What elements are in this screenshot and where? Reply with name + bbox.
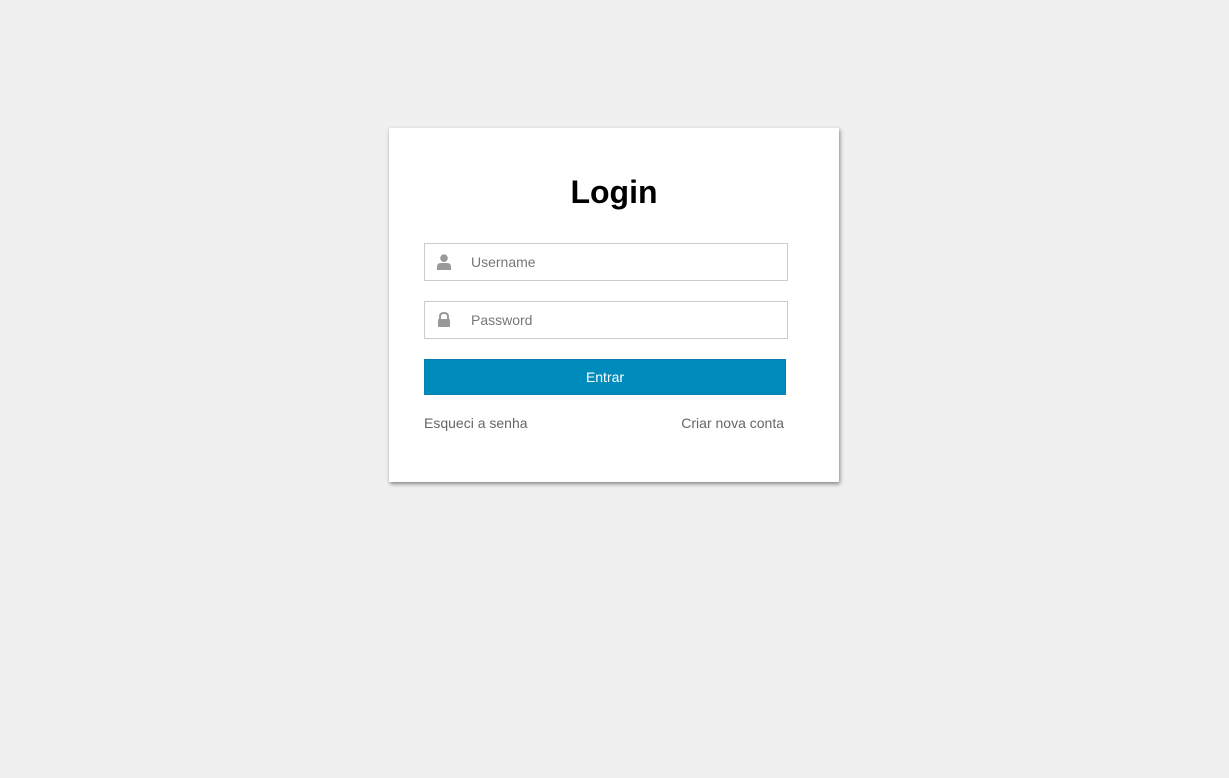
password-input[interactable]: [471, 302, 781, 338]
user-icon: [437, 254, 451, 270]
login-button[interactable]: Entrar: [424, 359, 786, 395]
username-input[interactable]: [471, 244, 781, 280]
password-field[interactable]: [424, 301, 788, 339]
account-links: Esqueci a senha Criar nova conta: [424, 415, 784, 433]
lock-icon: [437, 311, 451, 328]
login-card: Login Entrar Esqueci a senha Criar nova …: [389, 128, 839, 482]
username-field[interactable]: [424, 243, 788, 281]
forgot-password-link[interactable]: Esqueci a senha: [424, 415, 528, 431]
create-account-link[interactable]: Criar nova conta: [681, 415, 784, 431]
page-title: Login: [570, 174, 658, 210]
